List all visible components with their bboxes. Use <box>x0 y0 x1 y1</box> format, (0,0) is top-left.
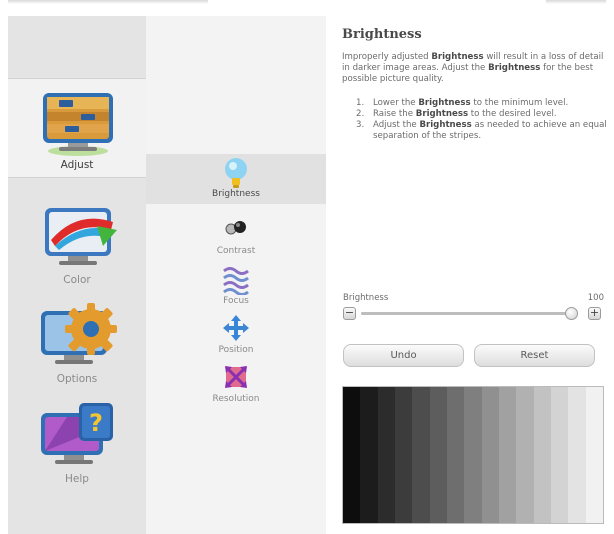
gray-stripe <box>394 387 413 523</box>
top-strip <box>0 0 614 16</box>
category-help[interactable]: ? Help <box>8 393 146 493</box>
category-sidebar: Adjust Color Options ? Help <box>8 16 146 534</box>
gray-stripe <box>550 387 569 523</box>
plus-icon: + <box>589 306 600 319</box>
subitem-focus[interactable]: Focus <box>146 261 326 311</box>
description-text: Improperly adjusted Brightness will resu… <box>342 52 604 84</box>
subitem-label: Position <box>218 345 254 355</box>
subitem-position[interactable]: Position <box>146 310 326 360</box>
slider-label: Brightness <box>343 293 389 303</box>
content-pane: Brightness Improperly adjusted Brightnes… <box>326 16 614 534</box>
top-decoration-left <box>8 0 208 4</box>
gray-stripe <box>343 387 361 523</box>
lightbulb-icon <box>220 156 252 188</box>
gray-stripe <box>585 387 603 523</box>
subitem-list: Brightness Contrast Focus Position Resol… <box>146 16 326 534</box>
gray-stripe <box>446 387 465 523</box>
category-label: Options <box>56 373 98 385</box>
subitem-brightness[interactable]: Brightness <box>146 154 326 204</box>
gray-stripe <box>412 387 430 523</box>
color-monitor-icon <box>37 200 119 272</box>
category-adjust[interactable]: Adjust <box>8 78 146 178</box>
category-label: Adjust <box>60 159 94 171</box>
instruction-steps: 1. Lower the Brightness to the minimum le… <box>356 98 610 142</box>
subitem-label: Focus <box>223 296 249 306</box>
focus-waves-icon <box>220 263 252 296</box>
decrease-button[interactable]: − <box>343 307 356 320</box>
slider-fill <box>361 312 571 315</box>
category-label: Help <box>65 473 89 485</box>
increase-button[interactable]: + <box>588 307 601 320</box>
category-label: Color <box>63 274 91 286</box>
category-options[interactable]: Options <box>8 293 146 393</box>
gray-stripe <box>568 387 586 523</box>
slider-thumb[interactable] <box>564 307 578 320</box>
instruction-step: 2. Raise the Brightness to the desired le… <box>356 109 557 119</box>
subitem-resolution[interactable]: Resolution <box>146 359 326 409</box>
instruction-step: 1. Lower the Brightness to the minimum le… <box>356 98 569 108</box>
instruction-step: 3. Adjust the Brightness as needed to ach… <box>356 120 607 141</box>
position-arrows-icon <box>220 312 252 344</box>
gray-stripe <box>498 387 517 523</box>
gray-stripe <box>429 387 447 523</box>
adjust-monitor-icon <box>37 85 119 157</box>
category-color[interactable]: Color <box>8 194 146 294</box>
help-question-monitor-icon: ? <box>37 399 119 471</box>
subitem-label: Contrast <box>216 246 256 256</box>
gray-stripe <box>464 387 482 523</box>
subitem-label: Resolution <box>212 394 260 404</box>
gray-stripe <box>533 387 551 523</box>
reset-button[interactable]: Reset <box>474 344 595 367</box>
subitem-contrast[interactable]: Contrast <box>146 211 326 261</box>
grayscale-test-pattern <box>342 386 604 524</box>
resolution-arrows-icon <box>220 361 252 393</box>
svg-text:?: ? <box>89 409 103 437</box>
contrast-spheres-icon <box>220 213 252 245</box>
undo-button[interactable]: Undo <box>343 344 464 367</box>
top-decoration-right <box>546 0 606 4</box>
minus-icon: − <box>344 306 355 319</box>
slider-value: 100 <box>587 293 604 303</box>
gray-stripe <box>377 387 395 523</box>
options-gear-monitor-icon <box>37 299 119 371</box>
gray-stripe <box>360 387 378 523</box>
gray-stripe <box>481 387 499 523</box>
subitem-label: Brightness <box>212 189 260 199</box>
gray-stripe <box>516 387 534 523</box>
brightness-slider-track[interactable] <box>361 312 571 315</box>
page-title: Brightness <box>342 27 422 42</box>
